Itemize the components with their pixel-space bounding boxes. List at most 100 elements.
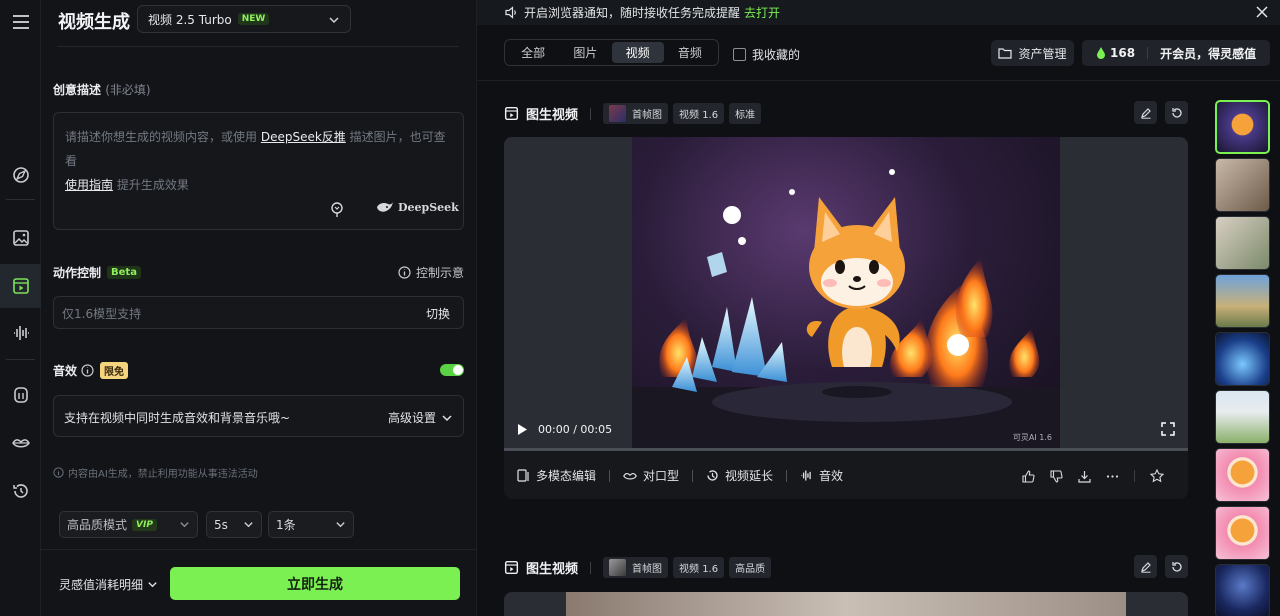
guide-link[interactable]: 使用指南	[65, 178, 113, 192]
sidebar-item-avatar[interactable]	[0, 373, 41, 417]
sidebar-item-video[interactable]	[0, 264, 41, 308]
tab-video[interactable]: 视频	[611, 42, 664, 63]
close-icon[interactable]	[1256, 6, 1268, 18]
tag-first-frame: 首帧图	[603, 103, 669, 124]
thumbnail-item[interactable]	[1215, 100, 1270, 154]
extend-video-button[interactable]: 视频延长	[706, 467, 773, 484]
divider	[57, 46, 459, 47]
thumbnail-item[interactable]	[1215, 216, 1270, 270]
motion-demo-link[interactable]: 控制示意	[398, 264, 464, 281]
thumbnail-item[interactable]	[1215, 564, 1270, 616]
credit-count: 168	[1110, 46, 1136, 60]
duration-select[interactable]: 5s	[206, 511, 262, 538]
regenerate-button[interactable]	[1165, 101, 1188, 124]
lips-icon	[11, 439, 30, 448]
regenerate-button[interactable]	[1165, 555, 1188, 578]
prompt-textarea[interactable]: 请描述你想生成的视频内容，或使用 DeepSeek反推 描述图片，也可查看 使用指…	[53, 112, 464, 230]
sound-effect-button[interactable]: 音效	[800, 467, 843, 484]
tag-model: 视频 1.6	[673, 557, 725, 578]
sound-settings-row[interactable]: 支持在视频中同时生成音效和背景音乐哦~ 高级设置	[53, 395, 464, 437]
edit-button[interactable]	[1134, 555, 1157, 578]
tab-all[interactable]: 全部	[507, 42, 559, 63]
lipsync-button[interactable]: 对口型	[623, 467, 679, 484]
tag-first-frame: 首帧图	[603, 557, 669, 578]
advanced-settings-button[interactable]: 高级设置	[388, 409, 453, 426]
menu-icon[interactable]	[0, 0, 41, 44]
deepseek-whale-icon	[377, 202, 393, 212]
model-select[interactable]: 视频 2.5 Turbo NEW	[137, 5, 351, 33]
generation-panel: 视频生成 视频 2.5 Turbo NEW 创意描述 (非必填) 请描述你想生成…	[41, 0, 476, 616]
speaker-icon	[505, 6, 516, 19]
sound-label: 音效 限免	[53, 362, 129, 379]
info-icon	[81, 364, 94, 377]
info-icon	[53, 467, 64, 478]
cost-detail-button[interactable]: 灵感值消耗明细	[59, 576, 158, 593]
card-title: 图生视频	[526, 562, 579, 577]
sidebar-item-history[interactable]	[0, 469, 41, 513]
motion-control-input[interactable]: 仅1.6模型支持 切换	[53, 296, 464, 329]
thumbnail-item[interactable]	[1215, 448, 1270, 502]
card-title: 图生视频	[526, 108, 579, 123]
video-player[interactable]: 可灵AI 1.6 00:00 / 00:05	[504, 137, 1188, 449]
lightbulb-icon[interactable]	[330, 202, 344, 218]
deepseek-reverse-link[interactable]: DeepSeek反推	[261, 130, 346, 144]
fullscreen-icon[interactable]	[1161, 422, 1175, 436]
quality-mode-select[interactable]: 高品质模式 VIP	[59, 511, 198, 538]
more-icon[interactable]	[1106, 470, 1119, 483]
play-icon[interactable]	[517, 423, 528, 436]
video-icon	[12, 278, 29, 294]
multimodal-edit-button[interactable]: 多模态编辑	[517, 467, 596, 484]
download-icon[interactable]	[1078, 470, 1091, 483]
membership-link[interactable]: 开会员，得灵感值	[1160, 45, 1256, 62]
waveform-icon	[13, 326, 29, 340]
tab-audio[interactable]: 音频	[664, 42, 716, 63]
notification-bar: 开启浏览器通知，随时接收任务完成提醒 去打开	[477, 0, 1280, 25]
thumbnail-item[interactable]	[1215, 332, 1270, 386]
thumbnail-item[interactable]	[1215, 158, 1270, 212]
favorites-checkbox[interactable]: 我收藏的	[733, 46, 800, 63]
free-badge: 限免	[100, 362, 129, 379]
thumbs-up-icon[interactable]	[1022, 469, 1035, 483]
chevron-down-icon	[329, 17, 339, 24]
asset-management-button[interactable]: 资产管理	[991, 40, 1074, 66]
vip-badge: VIP	[132, 518, 157, 531]
count-select[interactable]: 1条	[268, 511, 354, 538]
sidebar-item-audio[interactable]	[0, 311, 41, 355]
refresh-icon	[1171, 561, 1182, 572]
video-time: 00:00 / 00:05	[538, 423, 613, 436]
video-icon	[504, 560, 519, 575]
tab-image[interactable]: 图片	[559, 42, 611, 63]
main-content: 开启浏览器通知，随时接收任务完成提醒 去打开 全部 图片 视频 音频 我收藏的 …	[476, 0, 1280, 616]
edit-layers-icon	[517, 469, 529, 482]
drop-icon	[1097, 47, 1105, 59]
thumbs-down-icon[interactable]	[1050, 469, 1063, 483]
thumbnail-item[interactable]	[1215, 506, 1270, 560]
credits-box[interactable]: 168 开会员，得灵感值	[1082, 40, 1270, 66]
switch-button[interactable]: 切换	[426, 305, 450, 322]
waveform-icon	[801, 470, 811, 481]
sidebar-item-lipsync[interactable]	[0, 421, 41, 465]
motion-label: 动作控制 Beta	[53, 264, 141, 281]
video-progress-bar[interactable]	[504, 448, 1188, 451]
sound-toggle[interactable]	[440, 364, 464, 376]
lips-icon	[623, 472, 637, 479]
edit-button[interactable]	[1134, 101, 1157, 124]
thumbnail-item[interactable]	[1215, 274, 1270, 328]
motion-placeholder: 仅1.6模型支持	[62, 307, 142, 321]
history-thumbnails	[1215, 100, 1270, 616]
deepseek-button[interactable]: DeepSeek	[376, 201, 459, 214]
generate-button[interactable]: 立即生成	[170, 567, 460, 600]
enable-notification-link[interactable]: 去打开	[744, 4, 780, 21]
chevron-down-icon	[180, 522, 189, 528]
notification-text: 开启浏览器通知，随时接收任务完成提醒	[524, 6, 741, 20]
prompt-placeholder: 请描述你想生成的视频内容，或使用 DeepSeek反推 描述图片，也可查看 使用指…	[65, 130, 446, 192]
thumbnail-item[interactable]	[1215, 390, 1270, 444]
sidebar-item-image[interactable]	[0, 216, 41, 260]
card-header: 图生视频 首帧图 视频 1.6 高品质	[504, 557, 772, 578]
star-icon[interactable]	[1150, 469, 1164, 483]
image-icon	[12, 230, 29, 246]
tag-model: 视频 1.6	[673, 103, 725, 124]
filter-tabs: 全部 图片 视频 音频	[504, 39, 719, 66]
history-icon	[12, 484, 28, 498]
sidebar-item-explore[interactable]	[0, 153, 41, 197]
